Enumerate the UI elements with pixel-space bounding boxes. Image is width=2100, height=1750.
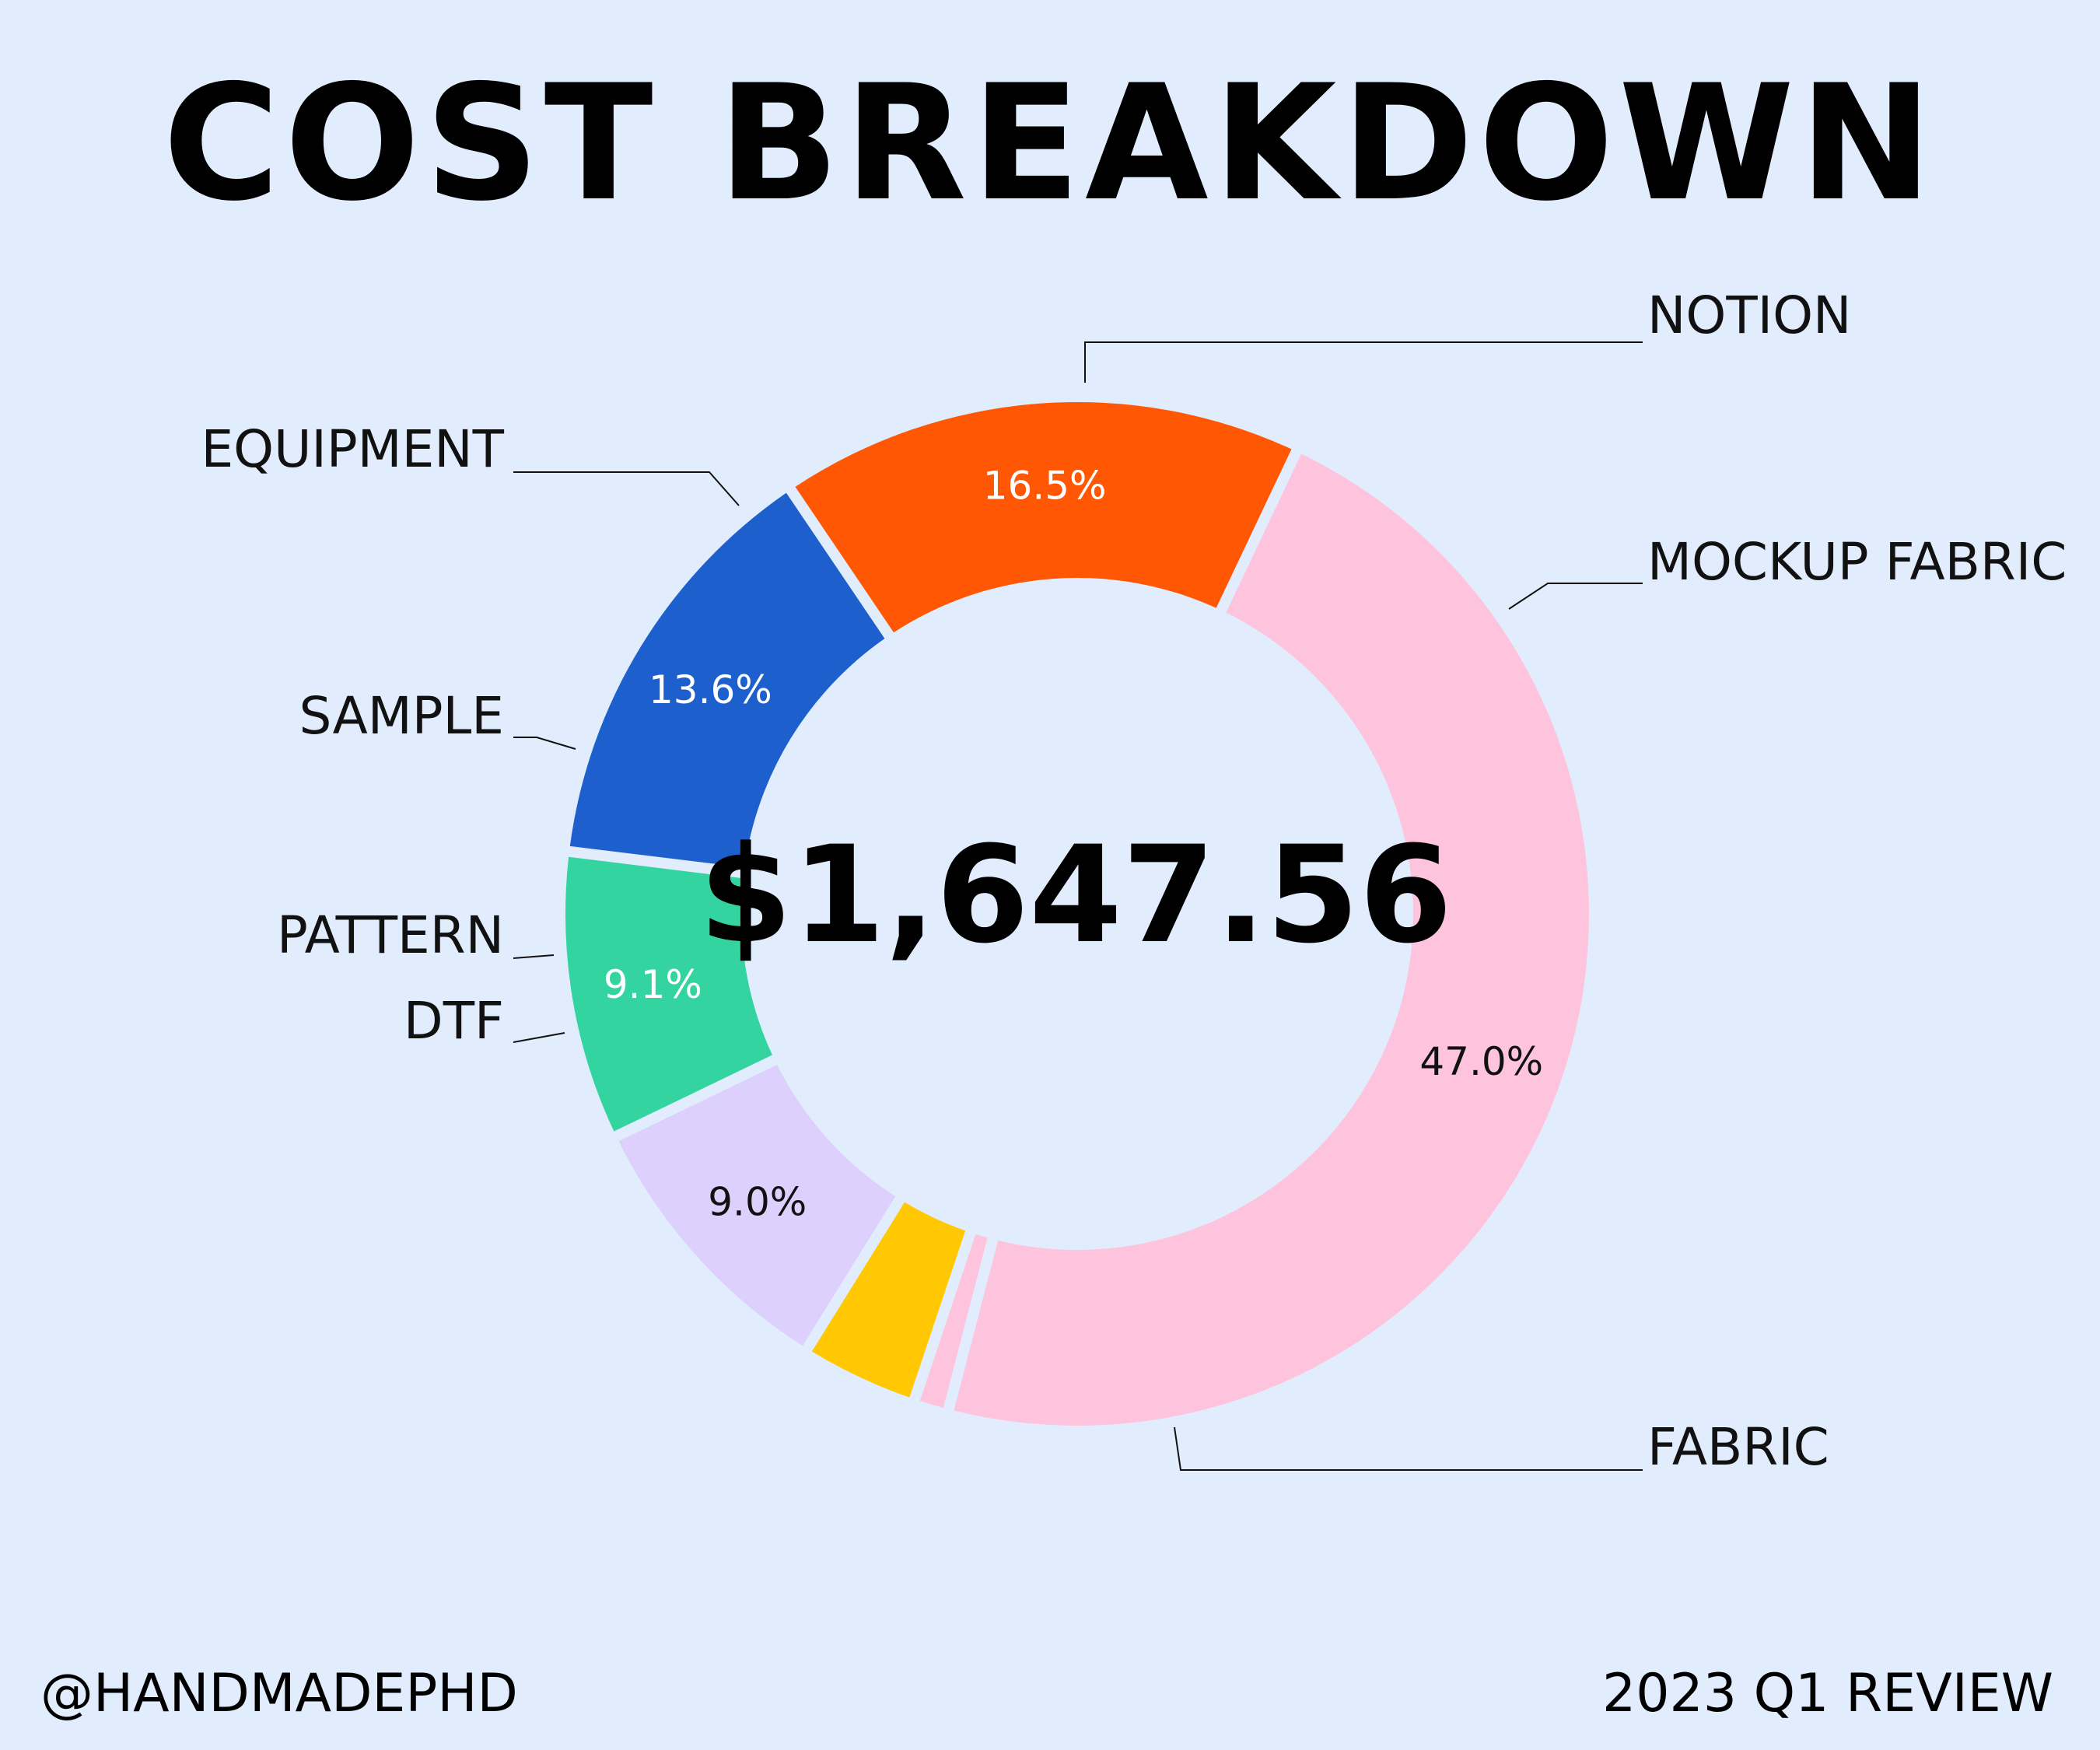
slice-percent-sample: 9.0% bbox=[708, 1180, 807, 1225]
chart-canvas: COST BREAKDOWN 13.6% 16.5% 47.0% 9.0% 9.1% N… bbox=[0, 0, 2100, 1750]
slice-percent-mockup-fabric: 16.5% bbox=[983, 464, 1107, 509]
slice-mockup-fabric bbox=[795, 401, 1292, 633]
leader-line-notion bbox=[1084, 341, 1643, 383]
donut-chart: COST BREAKDOWN 13.6% 16.5% 47.0% 9.0% 9.1% N… bbox=[40, 51, 2067, 1724]
leader-line-sample bbox=[513, 737, 576, 750]
leader-line-dtf bbox=[513, 1032, 565, 1043]
category-label-mockup-fabric: MOCKUP FABRIC bbox=[1647, 532, 2067, 592]
category-label-fabric: FABRIC bbox=[1647, 1417, 1829, 1477]
footer-handle: @HANDMADEPHD bbox=[40, 1663, 518, 1724]
category-label-sample: SAMPLE bbox=[299, 686, 504, 746]
slice-percent-fabric: 47.0% bbox=[1419, 1039, 1543, 1084]
slice-percent-notion: 13.6% bbox=[649, 667, 772, 712]
category-label-notion: NOTION bbox=[1647, 285, 1851, 345]
leader-line-pattern bbox=[513, 954, 555, 959]
slice-percent-equipment: 9.1% bbox=[604, 962, 702, 1007]
category-label-pattern: PATTERN bbox=[277, 905, 504, 965]
footer-period: 2023 Q1 REVIEW bbox=[1602, 1663, 2053, 1724]
category-label-dtf: DTF bbox=[404, 991, 504, 1051]
center-total-label: $1,647.56 bbox=[699, 817, 1452, 973]
leader-line-fabric bbox=[1174, 1426, 1643, 1471]
leader-line-mockup-fabric bbox=[1508, 583, 1643, 610]
chart-title: COST BREAKDOWN bbox=[163, 51, 1937, 236]
category-label-equipment: EQUIPMENT bbox=[201, 419, 504, 479]
leader-line-equipment bbox=[513, 471, 740, 506]
